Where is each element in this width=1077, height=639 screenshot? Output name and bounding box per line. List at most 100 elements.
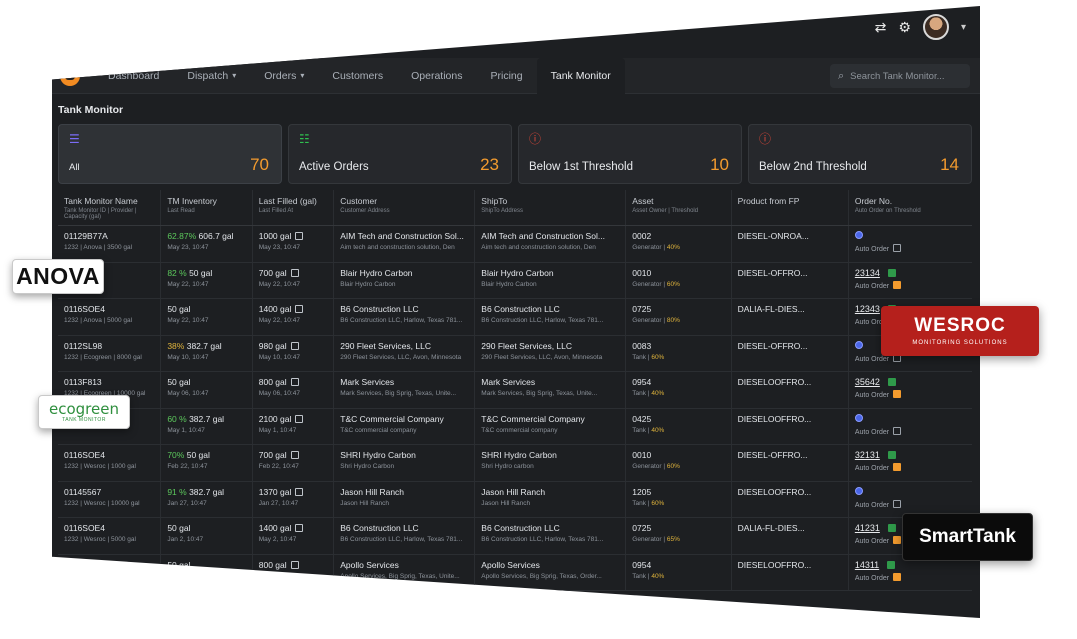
customer-name[interactable]: 290 Fleet Services, LLC [340,341,468,351]
calendar-icon[interactable] [290,451,299,459]
calendar-icon[interactable] [295,414,304,423]
nav-item-dispatch[interactable]: Dispatch ▾ [173,58,250,94]
auto-order-checkbox[interactable] [893,426,902,435]
order-status-icon[interactable] [887,378,896,386]
avatar[interactable] [922,14,949,40]
column-header[interactable]: Tank Monitor Name Tank Monitor ID | Provi… [58,190,162,225]
auto-order-checkbox[interactable] [893,390,902,398]
column-header[interactable]: Order No. Auto Order on Threshold [849,190,972,225]
nav-item-pricing[interactable]: Pricing [477,58,537,94]
shipto-name[interactable]: 290 Fleet Services, LLC [481,341,619,351]
swap-icon[interactable]: ⇄ [875,19,887,36]
customer-name[interactable]: Blair Hydro Carbon [340,268,468,278]
customer-name[interactable]: AIM Tech and Construction Sol... [340,231,468,241]
customer-name[interactable]: Mark Services [340,377,468,387]
order-status-icon[interactable] [887,268,896,277]
auto-order-checkbox[interactable] [893,244,902,252]
order-number-link[interactable]: 14311 [855,560,879,570]
calendar-icon[interactable] [295,524,304,532]
auto-order-checkbox[interactable] [893,499,902,508]
tank-monitor-name[interactable]: 0113F813 [64,560,154,570]
shipto-address: Mark Services, Big Sprig, Texas, Unite..… [481,390,598,397]
table-row[interactable]: 0112SL98 1232 | Ecogreen | 8000 gal 38% 38… [58,335,972,372]
tank-monitor-name[interactable]: 0113F813 [64,377,154,387]
table-row[interactable]: 0116SOE4 1232 | Wesroc | 5000 gal 50 gal J… [58,518,972,555]
summary-card-below-1st-threshold[interactable]: ⓘ Below 1st Threshold 10 [518,124,742,184]
auto-order-checkbox[interactable] [893,536,902,544]
tank-monitor-name[interactable]: 0112SL98 [64,341,154,351]
tank-monitor-name[interactable]: 01129B77A [64,231,154,241]
chevron-down-icon[interactable]: ▾ [961,22,966,33]
customer-name[interactable]: T&C Commercial Company [340,414,468,424]
order-number-link[interactable]: 12343 [855,304,880,314]
calendar-icon[interactable] [295,232,304,240]
tank-monitor-name[interactable]: 0116SOE4 [64,450,154,460]
customer-name[interactable]: SHRI Hydro Carbon [340,450,468,460]
summary-card-active-orders[interactable]: ☷ Active Orders 23 [288,124,512,184]
nav-item-dashboard[interactable]: Dashboard [94,58,173,94]
summary-card-below-2nd-threshold[interactable]: ⓘ Below 2nd Threshold 14 [748,124,972,184]
column-header[interactable]: TM Inventory Last Read [161,190,253,225]
table-row[interactable]: 0113F813 1232 | Ecogreen | 10000 gal 50 g… [58,372,972,409]
create-order-icon[interactable] [854,486,863,495]
auto-order-checkbox[interactable] [893,280,902,289]
shipto-name[interactable]: Jason Hill Ranch [481,487,619,497]
column-header[interactable]: Last Filled (gal) Last Filled At [253,190,335,225]
nav-item-orders[interactable]: Orders ▾ [250,58,318,94]
customer-name[interactable]: B6 Construction LLC [340,523,468,533]
create-order-icon[interactable] [854,413,863,422]
order-status-icon[interactable] [887,451,896,459]
order-number-link[interactable]: 32131 [855,450,880,460]
customer-name[interactable]: B6 Construction LLC [340,304,468,314]
shipto-name[interactable]: AIM Tech and Construction Sol... [481,231,619,241]
calendar-icon[interactable] [290,268,299,277]
shipto-name[interactable]: Blair Hydro Carbon [481,268,619,278]
create-order-icon[interactable] [854,340,863,349]
table-row[interactable]: 0113F813 1232 | SmartTank | 10000 gal 50 … [58,554,972,591]
tank-monitor-name[interactable]: 01145567 [64,487,154,497]
column-header[interactable]: Product from FP [732,190,849,225]
calendar-icon[interactable] [290,560,299,569]
table-row[interactable]: ...gal60 % 382.7 galMay 1, 10:472100 gal… [58,408,972,445]
app-logo[interactable] [60,65,80,86]
order-status-icon[interactable] [887,560,896,569]
nav-item-tank-monitor[interactable]: Tank Monitor [536,57,625,94]
order-status-icon[interactable] [887,524,896,532]
search-box[interactable]: ⌕ [830,64,970,88]
calendar-icon[interactable] [295,487,304,496]
tank-monitor-name[interactable]: 0116SOE4 [64,523,154,533]
column-header[interactable]: Customer Customer Address [334,190,476,225]
tank-monitor-name[interactable]: 0116SOE4 [64,304,154,314]
product-name: DALIA-FL-DIES... [737,523,805,533]
column-header[interactable]: Asset Asset Owner | Threshold [626,190,732,225]
shipto-name[interactable]: Apollo Services [481,560,619,570]
auto-order-checkbox[interactable] [893,463,902,471]
gear-icon[interactable]: ⚙ [898,19,911,36]
table-row[interactable]: 01129B77A 1232 | Anova | 3500 gal 62.87% 6… [58,226,972,263]
nav-item-operations[interactable]: Operations [397,58,476,94]
create-order-icon[interactable] [854,231,863,239]
shipto-address: T&C commercial company [481,426,558,434]
search-input[interactable] [850,70,961,82]
shipto-name[interactable]: Mark Services [481,377,619,387]
order-number-link[interactable]: 41231 [855,523,880,533]
calendar-icon[interactable] [290,341,299,350]
table-row[interactable]: 01145567 1232 | Wesroc | 10000 gal 91 % 38… [58,481,972,518]
summary-card-all[interactable]: ☰ All 70 [58,124,282,184]
customer-name[interactable]: Jason Hill Ranch [340,487,468,497]
auto-order-checkbox[interactable] [893,572,902,581]
customer-name[interactable]: Apollo Services [340,560,468,570]
table-row[interactable]: ...000 gal82 % 50 galMay 22, 10:47700 ga… [58,262,972,299]
column-header[interactable]: ShipTo ShipTo Address [475,190,627,225]
shipto-name[interactable]: T&C Commercial Company [481,414,619,424]
shipto-name[interactable]: SHRI Hydro Carbon [481,450,619,460]
table-row[interactable]: 0116SOE4 1232 | Wesroc | 1000 gal 70% 50 g… [58,445,972,482]
shipto-name[interactable]: B6 Construction LLC [481,523,619,533]
calendar-icon[interactable] [295,305,304,313]
shipto-name[interactable]: B6 Construction LLC [481,304,619,314]
nav-item-customers[interactable]: Customers [318,58,397,94]
calendar-icon[interactable] [290,378,299,386]
order-number-link[interactable]: 35642 [855,377,880,387]
order-number-link[interactable]: 23134 [855,268,880,278]
table-row[interactable]: 0116SOE4 1232 | Anova | 5000 gal 50 gal Ma… [58,299,972,336]
